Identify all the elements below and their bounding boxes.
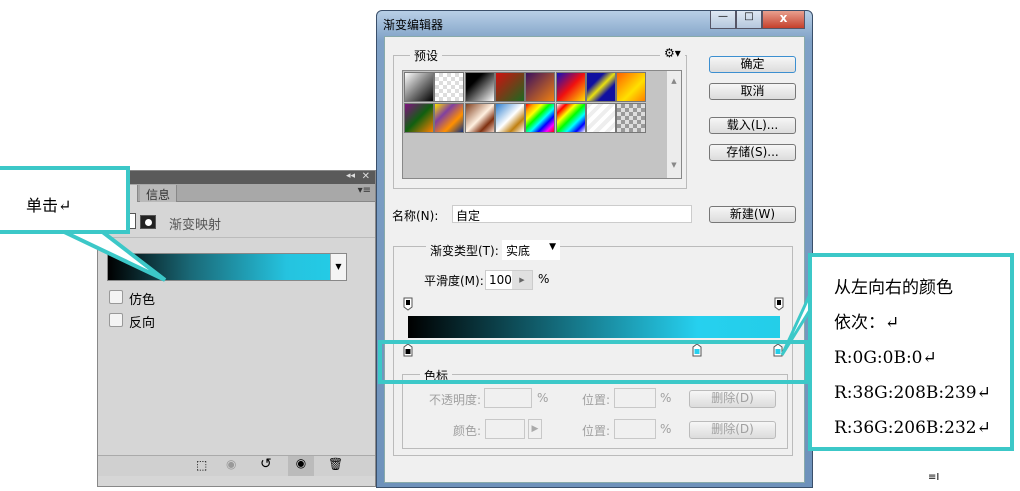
preset-swatch[interactable] — [555, 72, 586, 102]
preset-swatch[interactable] — [434, 72, 465, 102]
close-button[interactable]: ✕ — [362, 171, 370, 182]
preset-swatch[interactable] — [616, 72, 647, 102]
preset-swatch[interactable] — [585, 103, 616, 133]
callout-click: 单击↵ — [0, 166, 130, 234]
save-button[interactable]: 存储(S)... — [709, 144, 796, 161]
preset-swatch[interactable] — [434, 103, 465, 133]
color-label: 颜色: — [453, 424, 482, 438]
preset-swatch[interactable] — [616, 103, 647, 133]
delete-opacity-stop-button[interactable]: 删除(D) — [689, 390, 776, 408]
close-button[interactable]: x — [762, 11, 805, 29]
stop-color-swatch[interactable] — [485, 419, 525, 439]
maximize-button[interactable]: □ — [736, 11, 762, 29]
reverse-checkbox[interactable] — [109, 313, 123, 327]
color-arrow-button[interactable]: ▶ — [528, 419, 542, 439]
dither-label: 仿色 — [129, 293, 156, 308]
opacity-percent: % — [537, 391, 549, 405]
callout-line: R:36G:206B:232↵ — [834, 418, 991, 438]
minimize-button[interactable]: — — [710, 11, 736, 29]
clip-to-layer-icon[interactable]: ⬚ — [196, 458, 207, 472]
preset-swatch[interactable] — [464, 103, 495, 133]
callout-line: 从左向右的颜色 — [834, 278, 953, 298]
preset-swatch[interactable] — [494, 103, 525, 133]
stop-opacity-input[interactable] — [484, 388, 532, 408]
name-label: 名称(N): — [392, 209, 439, 223]
preset-swatch[interactable] — [525, 103, 556, 133]
preset-swatch[interactable] — [404, 103, 434, 133]
gradient-bar[interactable] — [408, 316, 780, 338]
opacity-label: 不透明度: — [429, 393, 482, 407]
view-previous-icon[interactable]: ◉ — [226, 457, 236, 471]
dialog-title: 渐变编辑器 — [383, 18, 444, 32]
color-location-percent: % — [660, 422, 672, 436]
opacity-stop-left[interactable] — [403, 297, 413, 311]
load-button[interactable]: 载入(L)... — [709, 117, 796, 134]
panel-toolbar: ⬚ ◉ ↺ ◉ 🗑 — [98, 455, 375, 476]
gradient-dropdown-button[interactable]: ▼ — [330, 254, 346, 280]
callout-line: 依次：↵ — [834, 313, 900, 333]
preset-swatch[interactable] — [494, 72, 525, 102]
delete-icon[interactable]: 🗑 — [328, 457, 343, 471]
gradient-type-select[interactable]: 实底 ▼ — [502, 240, 560, 260]
preset-swatch[interactable] — [464, 72, 495, 102]
visibility-icon[interactable]: ◉ — [288, 456, 314, 476]
opacity-location-percent: % — [660, 391, 672, 405]
color-location-label: 位置: — [582, 424, 611, 438]
dither-checkbox[interactable] — [109, 290, 123, 304]
preset-swatch[interactable] — [585, 72, 616, 102]
color-stops-highlight — [378, 340, 809, 384]
smoothness-label: 平滑度(M): — [424, 274, 484, 288]
chevron-down-icon: ▼ — [549, 242, 556, 252]
presets-label: 预设 — [410, 47, 443, 64]
smoothness-input[interactable]: 100 ▶ — [485, 270, 533, 290]
callout-line: R:38G:208B:239↵ — [834, 383, 991, 403]
callout-line: R:0G:0B:0↵ — [834, 348, 937, 368]
reverse-label: 反向 — [129, 316, 156, 331]
presets-scrollbar[interactable]: ▲ ▼ — [667, 71, 681, 178]
panel-menu-icon[interactable]: ▾≡ — [358, 185, 371, 196]
delete-color-stop-button[interactable]: 删除(D) — [689, 421, 776, 439]
opacity-location-label: 位置: — [582, 393, 611, 407]
opacity-location-input[interactable] — [614, 388, 656, 408]
collapse-button[interactable]: ◂◂ — [346, 171, 355, 181]
preset-swatch[interactable] — [525, 72, 556, 102]
name-input[interactable]: 自定 — [452, 205, 692, 223]
reset-icon[interactable]: ↺ — [260, 456, 272, 472]
cancel-button[interactable]: 取消 — [709, 83, 796, 100]
callout-colors: 从左向右的颜色 依次：↵ R:0G:0B:0↵ R:38G:208B:239↵ R:36… — [808, 253, 1014, 451]
callout-click-text: 单击↵ — [26, 196, 72, 215]
ok-button[interactable]: 确定 — [709, 56, 796, 73]
preset-swatch[interactable] — [404, 72, 434, 102]
presets-gear-icon[interactable]: ⚙▾ — [660, 46, 685, 60]
color-location-input[interactable] — [614, 419, 656, 439]
new-button[interactable]: 新建(W) — [709, 206, 796, 223]
gradient-type-label: 渐变类型(T): — [426, 242, 503, 259]
smoothness-percent: % — [538, 272, 550, 286]
preset-swatch[interactable] — [555, 103, 586, 133]
text-cursor-icon: ≡I — [928, 472, 940, 483]
